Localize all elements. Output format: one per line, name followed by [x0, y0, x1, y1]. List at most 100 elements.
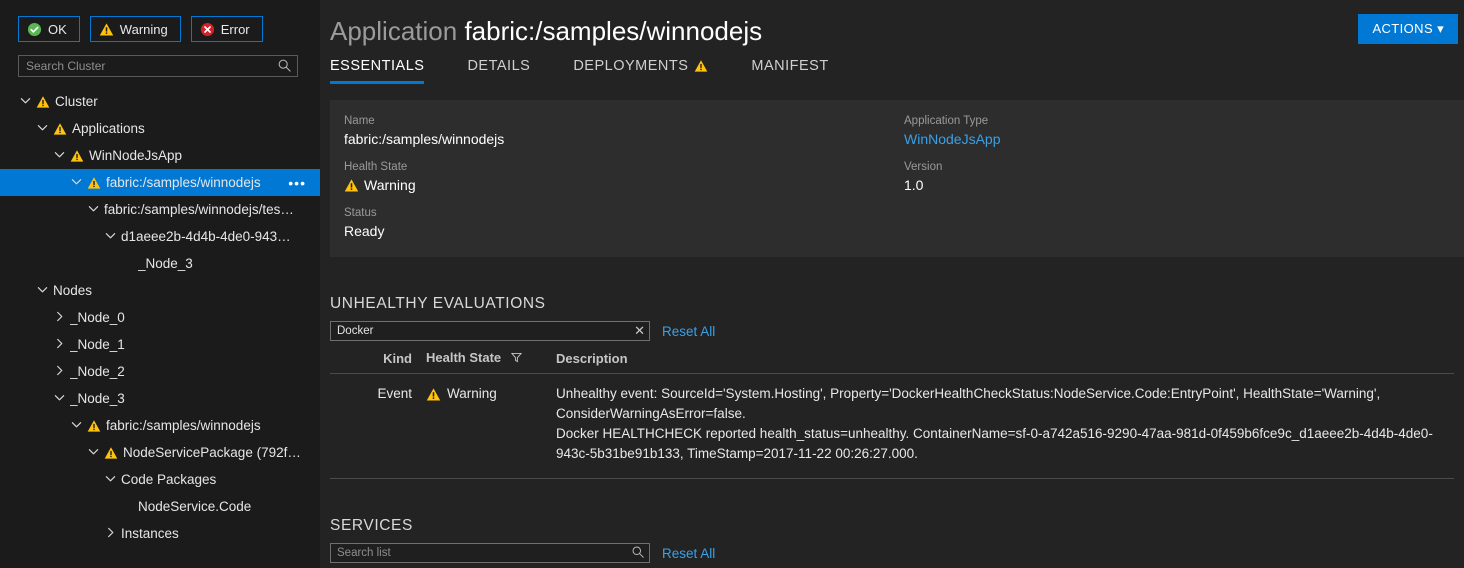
health-filter-error[interactable]: Error: [190, 16, 263, 42]
essentials-field-label: Name: [344, 115, 375, 127]
tab-details[interactable]: DETAILS: [467, 58, 530, 84]
essentials-field-value-text: fabric:/samples/winnodejs: [344, 131, 505, 147]
chevron-down-icon[interactable]: [69, 176, 83, 190]
actions-button[interactable]: ACTIONS ▾: [1358, 14, 1458, 44]
chevron-down-icon[interactable]: [103, 473, 117, 487]
tree-item-node-0[interactable]: _Node_0: [0, 304, 320, 331]
essentials-field: Application Type WinNodeJsApp: [904, 114, 1464, 149]
tree-item-label: _Node_1: [70, 337, 125, 352]
description-line: Docker HEALTHCHECK reported health_statu…: [556, 426, 1433, 461]
error-circle-icon: [200, 22, 215, 37]
description-line: Unhealthy event: SourceId='System.Hostin…: [556, 386, 1381, 421]
services-search-input[interactable]: [330, 543, 650, 563]
warning-triangle-icon: [70, 149, 84, 163]
tab-manifest[interactable]: MANIFEST: [751, 58, 828, 84]
clear-icon[interactable]: ✕: [634, 323, 645, 339]
tree-item-instances[interactable]: Instances: [0, 520, 320, 547]
tree-item-winnodejsapp[interactable]: WinNodeJsApp: [0, 142, 320, 169]
unhealthy-reset-all-link[interactable]: Reset All: [662, 324, 715, 339]
tree-item-node-1[interactable]: _Node_1: [0, 331, 320, 358]
warning-triangle-icon: [36, 95, 50, 109]
main-content: Application fabric:/samples/winnodejs AC…: [320, 0, 1464, 568]
filter-funnel-icon[interactable]: [510, 351, 522, 366]
chevron-down-icon[interactable]: [35, 122, 49, 136]
chevron-down-icon[interactable]: [35, 284, 49, 298]
content-scroll-area[interactable]: Name fabric:/samples/winnodejs Health Stat…: [320, 100, 1464, 568]
page-title-prefix: Application: [330, 16, 458, 46]
essentials-field-label: Status: [344, 207, 377, 219]
unhealthy-filter-input[interactable]: [330, 321, 650, 341]
tree-item-label: fabric:/samples/winnodejs: [106, 175, 261, 190]
page-title-name: fabric:/samples/winnodejs: [464, 16, 763, 46]
table-header-row: Kind Health State Description: [330, 350, 1454, 374]
tree-item-code-packages[interactable]: Code Packages: [0, 466, 320, 493]
chevron-down-icon[interactable]: [52, 149, 66, 163]
health-filter-ok-label: OK: [48, 21, 67, 37]
tree-item-d1aeee2b-4d4b-4de0-943[interactable]: d1aeee2b-4d4b-4de0-943…: [0, 223, 320, 250]
unhealthy-evaluations-table: Kind Health State Description Event Warni…: [330, 350, 1454, 479]
tree-item-label: WinNodeJsApp: [89, 148, 183, 163]
tree-item-label: _Node_3: [70, 391, 125, 406]
essentials-field: Status Ready: [344, 206, 904, 241]
health-filter-warning[interactable]: Warning: [89, 16, 181, 42]
app-root: OK Warning Error ClusterApplicationsWinN: [0, 0, 1464, 568]
unhealthy-filter-wrap: ✕: [330, 321, 650, 341]
chevron-down-icon[interactable]: [86, 446, 100, 460]
tree-item-node-3[interactable]: _Node_3: [0, 385, 320, 412]
tree-item-nodes[interactable]: Nodes: [0, 277, 320, 304]
warning-triangle-icon: [344, 178, 359, 193]
essentials-right-column: Application Type WinNodeJsApp Version 1.0: [904, 114, 1464, 241]
sidebar-search: [18, 55, 298, 77]
actions-button-label: ACTIONS: [1372, 21, 1434, 36]
tree-item-context-menu-icon[interactable]: •••: [288, 176, 306, 190]
tree-item-label: Code Packages: [121, 472, 217, 487]
sidebar: OK Warning Error ClusterApplicationsWinN: [0, 0, 320, 568]
tree-item-label: Cluster: [55, 94, 98, 109]
services-search-wrap: [330, 543, 650, 563]
column-header-kind[interactable]: Kind: [330, 350, 426, 374]
tree-item-fabric-samples-winnodejs-tes[interactable]: fabric:/samples/winnodejs/tes…: [0, 196, 320, 223]
tree-item-label: Applications: [72, 121, 145, 136]
tab-deployments[interactable]: DEPLOYMENTS: [573, 58, 708, 84]
warning-triangle-icon: [87, 176, 101, 190]
tree-item-cluster[interactable]: Cluster: [0, 88, 320, 115]
chevron-down-icon[interactable]: [86, 203, 100, 217]
unhealthy-evaluations-title: UNHEALTHY EVALUATIONS: [330, 295, 546, 312]
services-reset-all-link[interactable]: Reset All: [662, 546, 715, 561]
tab-label: DEPLOYMENTS: [573, 58, 689, 74]
tree-item-label: fabric:/samples/winnodejs/tes…: [104, 202, 294, 217]
chevron-right-icon[interactable]: [52, 365, 66, 379]
chevron-down-icon[interactable]: [52, 392, 66, 406]
tree-item-label: d1aeee2b-4d4b-4de0-943…: [121, 229, 291, 244]
warning-triangle-icon: [694, 59, 708, 73]
unhealthy-filter-row: ✕ Reset All: [330, 321, 1464, 341]
health-filter-ok[interactable]: OK: [18, 16, 80, 42]
essentials-field-value: fabric:/samples/winnodejs: [344, 129, 904, 149]
search-input[interactable]: [18, 55, 298, 77]
cluster-tree: Cluster Applications WinNodeJsApp fabric:/s…: [0, 88, 320, 547]
essentials-field-value[interactable]: WinNodeJsApp: [904, 129, 1464, 149]
chevron-right-icon[interactable]: [52, 338, 66, 352]
chevron-down-icon[interactable]: [18, 95, 32, 109]
tree-item-fabric-samples-winnodejs[interactable]: fabric:/samples/winnodejs •••: [0, 169, 320, 196]
chevron-down-icon[interactable]: [103, 230, 117, 244]
tab-label: ESSENTIALS: [330, 58, 425, 74]
tree-item-node-2[interactable]: _Node_2: [0, 358, 320, 385]
essentials-field: Version 1.0: [904, 160, 1464, 195]
table-row[interactable]: Event Warning Unhealthy event: SourceId='S…: [330, 373, 1454, 479]
column-header-description[interactable]: Description: [556, 350, 1454, 374]
column-header-health-state[interactable]: Health State: [426, 350, 556, 374]
chevron-right-icon[interactable]: [103, 527, 117, 541]
tree-item-fabric-samples-winnodejs[interactable]: fabric:/samples/winnodejs: [0, 412, 320, 439]
tree-item-nodeservice-code[interactable]: NodeService.Code: [0, 493, 320, 520]
tree-item-applications[interactable]: Applications: [0, 115, 320, 142]
chevron-right-icon[interactable]: [52, 311, 66, 325]
essentials-field-value: 1.0: [904, 175, 1464, 195]
tree-item-nodeservicepackage-792f[interactable]: NodeServicePackage (792f…: [0, 439, 320, 466]
health-filter-error-label: Error: [220, 21, 250, 37]
tree-item-node-3[interactable]: _Node_3: [0, 250, 320, 277]
cell-kind: Event: [330, 373, 426, 479]
tab-essentials[interactable]: ESSENTIALS: [330, 58, 425, 84]
essentials-field-label: Version: [904, 161, 943, 173]
chevron-down-icon[interactable]: [69, 419, 83, 433]
